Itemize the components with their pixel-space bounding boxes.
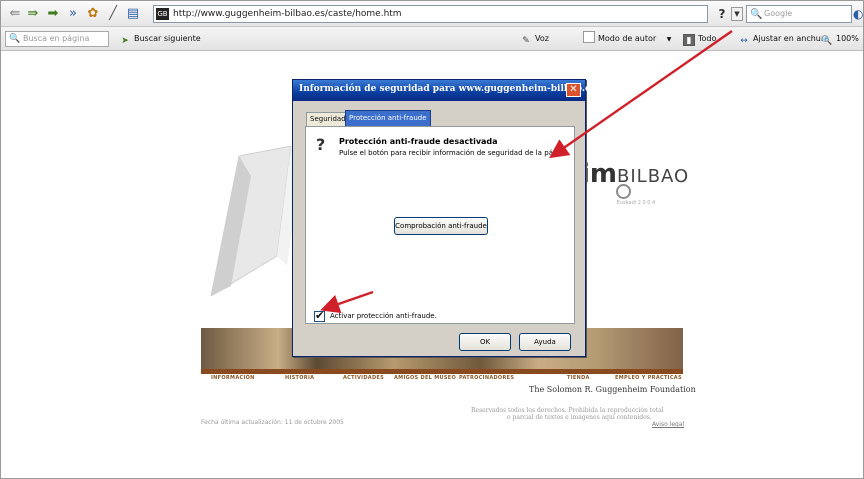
dialog-title-bar[interactable]: Información de seguridad para www.guggen… xyxy=(293,80,596,101)
checkmark-icon: ✔ xyxy=(315,309,325,322)
all-icon: ▮ xyxy=(683,34,695,46)
find-next-label: Buscar siguiente xyxy=(134,34,201,43)
euskadi-label: Euskadi 2 0 0 4 xyxy=(616,200,656,206)
anti-fraud-checkbox[interactable]: ✔ xyxy=(314,309,325,322)
tab-seguridad[interactable]: Seguridad xyxy=(306,112,350,126)
browser-window: ⇚ ⇛ ➡ » ✿ ╱ ▤ GB http://www.guggenheim-b… xyxy=(0,0,864,479)
ok-button[interactable]: OK xyxy=(459,333,511,351)
rights-line-2: o parcial de textos e imágenes aquí cont… xyxy=(507,414,652,421)
voice-label: Voz xyxy=(535,34,549,43)
find-next-icon: ➤ xyxy=(121,36,129,46)
address-toolbar: ⇚ ⇛ ➡ » ✿ ╱ ▤ GB http://www.guggenheim-b… xyxy=(1,1,863,27)
dialog-title: Información de seguridad para www.guggen… xyxy=(299,84,596,94)
foundation-text: The Solomon R. Guggenheim Foundation xyxy=(529,385,696,394)
all-button[interactable]: ▮ Todo xyxy=(683,31,716,47)
paper-sculpture-image xyxy=(210,146,301,296)
page-icon[interactable]: ▤ xyxy=(125,6,141,22)
search-field[interactable]: 🔍 Google ▼ xyxy=(746,5,852,23)
help-dropdown-icon[interactable]: ▼ xyxy=(731,7,743,21)
double-arrow-icon[interactable]: » xyxy=(65,6,81,22)
dialog-description: Pulse el botón para recibir información … xyxy=(339,149,571,157)
nav-tienda[interactable]: TIENDA xyxy=(567,375,590,381)
find-search-icon: 🔍 xyxy=(9,34,21,44)
forward-icon[interactable]: ⇛ xyxy=(25,6,41,22)
euskadi-ring-icon xyxy=(616,184,631,199)
find-next-button[interactable]: ➤ Buscar siguiente xyxy=(119,31,201,47)
search-placeholder: Google xyxy=(764,9,793,18)
nav-patrocinadores[interactable]: PATROCINADORES xyxy=(459,375,514,381)
checkbox-label[interactable]: Activar protección anti-fraude. xyxy=(330,312,437,320)
fit-width-icon: ↔ xyxy=(740,36,748,46)
help-button[interactable]: ? xyxy=(715,6,729,22)
author-mode-label: Modo de autor xyxy=(598,34,657,43)
voice-icon: ✎ xyxy=(522,36,530,46)
help-dialog-button[interactable]: Ayuda xyxy=(519,333,571,351)
security-info-dialog: Información de seguridad para www.guggen… xyxy=(292,79,596,357)
tab-anti-fraude[interactable]: Protección anti-fraude xyxy=(345,110,431,127)
zoom-label: 100% xyxy=(836,34,859,43)
search-icon: 🔍 xyxy=(750,9,763,20)
author-mode-icon xyxy=(583,31,595,43)
author-mode-button[interactable]: Modo de autor ▼ xyxy=(583,31,671,47)
voice-button[interactable]: ✎ Voz xyxy=(520,31,549,47)
close-icon[interactable]: ✕ xyxy=(566,83,581,97)
find-in-page-input[interactable]: 🔍 Busca en página xyxy=(5,31,109,47)
dialog-heading: Protección anti-fraude desactivada xyxy=(339,137,498,146)
legal-link[interactable]: Aviso legal xyxy=(652,421,684,428)
pencil-icon[interactable]: ╱ xyxy=(105,6,121,22)
all-label: Todo xyxy=(698,34,717,43)
nav-amigos[interactable]: AMIGOS DEL MUSEO xyxy=(394,375,456,381)
nav-empleo[interactable]: EMPLEO Y PRÁCTICAS xyxy=(615,375,682,381)
settings-icon[interactable]: ✿ xyxy=(85,6,101,22)
nav-historia[interactable]: HISTORIA xyxy=(285,375,314,381)
url-text: http://www.guggenheim-bilbao.es/caste/ho… xyxy=(173,9,402,19)
brand-city: BILBAO xyxy=(617,166,690,187)
fit-width-label: Ajustar en anchura xyxy=(753,34,830,43)
go-icon[interactable]: ◐ xyxy=(853,6,863,22)
rights-line-1: Reservados todos los derechos. Prohibida… xyxy=(471,407,664,414)
double-forward-icon[interactable]: ➡ xyxy=(45,6,61,22)
back-icon[interactable]: ⇚ xyxy=(7,6,23,22)
find-placeholder: Busca en página xyxy=(23,34,90,43)
author-mode-dropdown-icon[interactable]: ▼ xyxy=(667,36,672,43)
nav-informacion[interactable]: INFORMACIÓN xyxy=(211,375,255,381)
last-updated-text: Fecha última actualización: 11 de octubr… xyxy=(201,419,344,426)
zoom-button[interactable]: 🔍 100% xyxy=(821,31,859,47)
question-icon: ? xyxy=(316,135,326,154)
nav-actividades[interactable]: ACTIVIDADES xyxy=(343,375,384,381)
site-favicon-icon: GB xyxy=(156,8,169,20)
url-field[interactable]: GB http://www.guggenheim-bilbao.es/caste… xyxy=(153,5,708,23)
fit-width-button[interactable]: ↔ Ajustar en anchura xyxy=(738,31,829,47)
guggenheim-logo[interactable]: imBILBAO xyxy=(581,159,689,189)
find-toolbar: 🔍 Busca en página ➤ Buscar siguiente ✎ Voz… xyxy=(1,27,863,51)
anti-fraud-check-button[interactable]: Comprobación anti-fraude xyxy=(394,217,488,235)
zoom-icon: 🔍 xyxy=(821,36,833,46)
brand-suffix: im xyxy=(581,159,618,189)
strip-divider xyxy=(201,369,683,374)
dialog-panel: ? Protección anti-fraude desactivada Pul… xyxy=(305,126,575,324)
